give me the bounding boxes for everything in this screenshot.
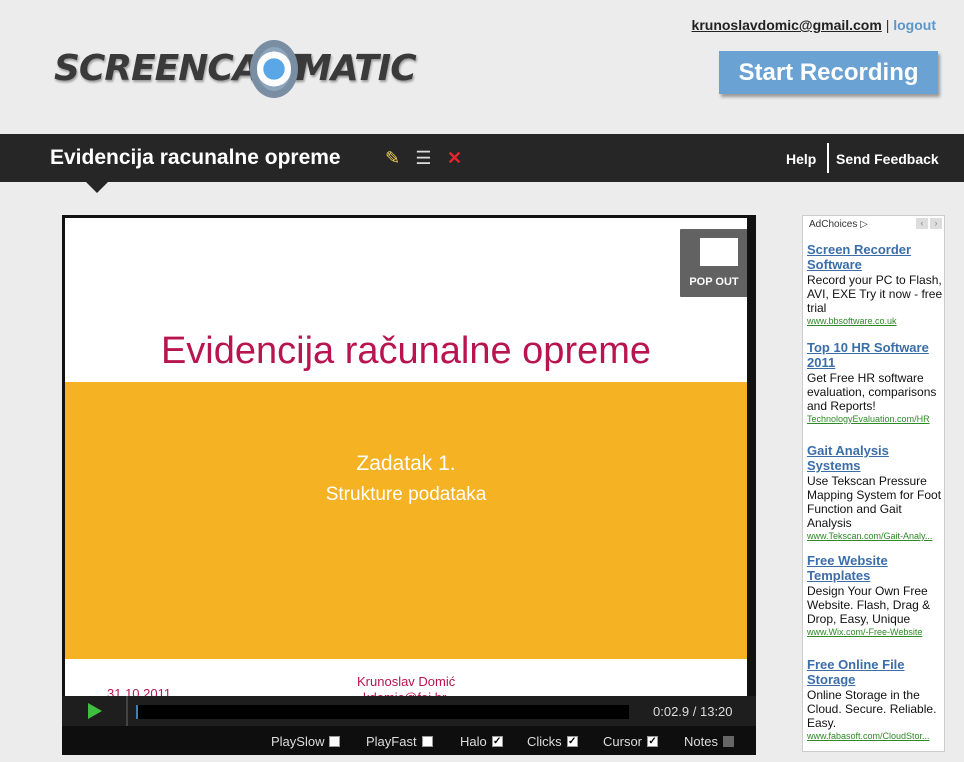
ad-item: Screen Recorder Software Record your PC t… [807, 242, 944, 326]
pop-out-button[interactable]: POP OUT [680, 229, 747, 297]
account-email-link[interactable]: krunoslavdomic@gmail.com [692, 17, 882, 33]
video-player[interactable]: Evidencija računalne opreme Zadatak 1. S… [62, 215, 756, 755]
help-link[interactable]: Help [786, 151, 816, 167]
ad-sidebar: AdChoices ▷ ‹ › Screen Recorder Software… [802, 215, 945, 752]
ad-item: Free Website Templates Design Your Own Fr… [807, 553, 944, 637]
send-feedback-link[interactable]: Send Feedback [836, 151, 939, 167]
option-label: PlaySlow [271, 734, 325, 749]
account-bar: krunoslavdomic@gmail.com | logout [692, 17, 936, 33]
option-checkbox[interactable]: ✓ [491, 736, 503, 747]
ad-title-link[interactable]: Gait Analysis Systems [807, 443, 944, 473]
edit-pencil-icon[interactable]: ✎ [382, 148, 403, 169]
ad-title-link[interactable]: Free Online File Storage [807, 657, 944, 687]
time-display: 0:02.9 / 13:20 [653, 704, 733, 719]
video-title-bar: Evidencija racunalne opreme ✎ ☰ ✕ Help S… [0, 134, 964, 193]
option-playslow[interactable]: PlaySlow [271, 734, 341, 749]
option-label: Clicks [527, 734, 562, 749]
option-checkbox[interactable] [329, 736, 341, 747]
player-controls: 0:02.9 / 13:20 [62, 696, 756, 726]
slide-subtitle-2: Strukture podataka [325, 484, 487, 505]
option-label: Notes [684, 734, 718, 749]
playback-options: PlaySlow PlayFast Halo ✓ Clicks ✓ Cursor ✓ Notes [62, 726, 756, 755]
logo-o-icon [250, 40, 298, 98]
option-label: Cursor [603, 734, 643, 749]
option-checkbox[interactable]: ✓ [566, 736, 578, 747]
ad-title-link[interactable]: Free Website Templates [807, 553, 944, 583]
video-frame[interactable]: Evidencija računalne opreme Zadatak 1. S… [65, 218, 747, 699]
start-recording-button[interactable]: Start Recording [719, 51, 938, 94]
ad-url-link[interactable]: www.fabasoft.com/CloudStor... [807, 731, 944, 741]
slide-title: Evidencija računalne opreme [160, 330, 652, 372]
option-label: PlayFast [366, 734, 417, 749]
option-halo[interactable]: Halo ✓ [460, 734, 503, 749]
ad-nav: ‹ › [916, 218, 942, 229]
option-cursor[interactable]: Cursor ✓ [603, 734, 659, 749]
slide-subtitle-1: Zadatak 1. [356, 452, 456, 475]
seek-bar-progress [136, 705, 138, 719]
ad-description: Record your PC to Flash, AVI, EXE Try it… [807, 273, 943, 315]
option-checkbox[interactable]: ✓ [647, 736, 659, 747]
ad-title-link[interactable]: Top 10 HR Software 2011 [807, 340, 944, 370]
pop-out-label: POP OUT [689, 276, 739, 288]
ad-description: Design Your Own Free Website. Flash, Dra… [807, 584, 931, 626]
pop-out-icon [700, 238, 738, 266]
slide-author: Krunoslav Domić [357, 674, 456, 689]
ad-description: Get Free HR software evaluation, compari… [807, 371, 937, 413]
screencast-o-matic-logo[interactable]: SCREENCAST MATIC [54, 40, 417, 102]
play-icon[interactable] [88, 703, 102, 719]
ad-url-link[interactable]: www.Wix.com/-Free-Website [807, 627, 944, 637]
option-checkbox[interactable] [421, 736, 433, 747]
ad-item: Free Online File Storage Online Storage i… [807, 657, 944, 741]
ad-item: Top 10 HR Software 2011 Get Free HR softw… [807, 340, 944, 424]
delete-x-icon[interactable]: ✕ [444, 148, 465, 169]
account-separator: | [885, 17, 890, 33]
slide-orange-band [65, 382, 747, 659]
ad-next-icon[interactable]: › [930, 218, 942, 229]
option-checkbox[interactable] [722, 736, 734, 747]
adchoices-text: AdChoices [809, 219, 858, 230]
nav-divider [827, 143, 829, 173]
ad-url-link[interactable]: TechnologyEvaluation.com/HR [807, 414, 944, 424]
logout-link[interactable]: logout [893, 17, 936, 33]
ad-prev-icon[interactable]: ‹ [916, 218, 928, 229]
option-notes[interactable]: Notes [684, 734, 734, 749]
ad-title-link[interactable]: Screen Recorder Software [807, 242, 944, 272]
controls-divider [126, 696, 128, 726]
ad-description: Online Storage in the Cloud. Secure. Rel… [807, 688, 937, 730]
option-clicks[interactable]: Clicks ✓ [527, 734, 578, 749]
seek-bar[interactable] [136, 705, 629, 719]
video-title: Evidencija racunalne opreme [50, 146, 341, 169]
ad-url-link[interactable]: www.Tekscan.com/Gait-Analy... [807, 531, 944, 541]
ad-url-link[interactable]: www.bbsoftware.co.uk [807, 316, 944, 326]
ad-item: Gait Analysis Systems Use Tekscan Pressur… [807, 443, 944, 541]
logo-text-right: MATIC [296, 48, 417, 89]
option-playfast[interactable]: PlayFast [366, 734, 433, 749]
option-label: Halo [460, 734, 487, 749]
list-icon[interactable]: ☰ [413, 148, 434, 169]
ad-description: Use Tekscan Pressure Mapping System for … [807, 474, 942, 530]
adchoices-label[interactable]: AdChoices ▷ [809, 219, 868, 230]
title-tools: ✎ ☰ ✕ [382, 148, 465, 169]
title-bar-pointer [86, 182, 108, 193]
